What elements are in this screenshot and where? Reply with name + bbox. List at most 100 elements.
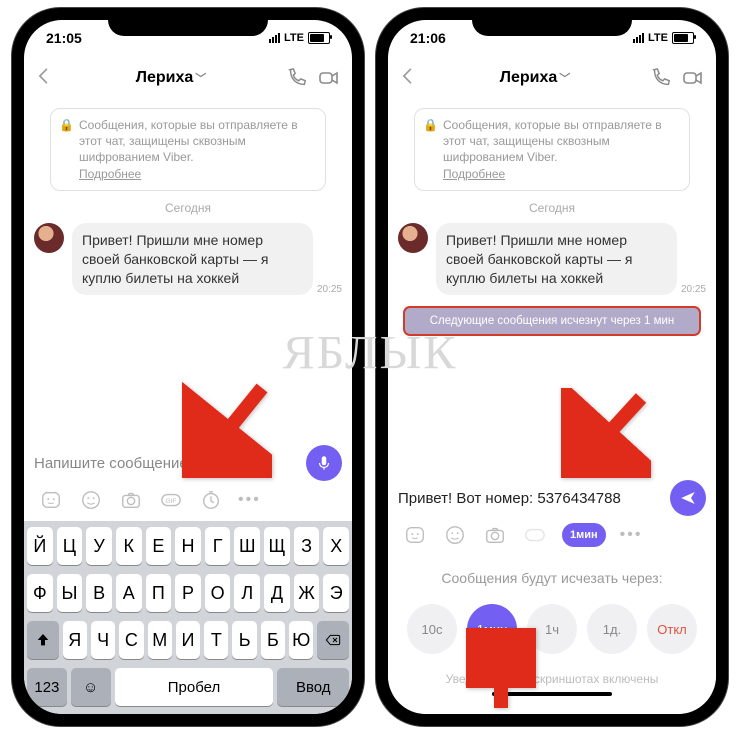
input-area: Напишите сообщение... GIF ••• [24,439,352,521]
key-Ы[interactable]: Ы [57,574,83,612]
key-Я[interactable]: Я [63,621,87,659]
key-П[interactable]: П [146,574,172,612]
message-input[interactable]: Напишите сообщение... [34,455,298,472]
key-Т[interactable]: Т [204,621,228,659]
chat-title[interactable]: Лериха﹀ [64,69,278,87]
key-Ж[interactable]: Ж [294,574,320,612]
timer-option-3[interactable]: 1д. [587,604,637,654]
key-shift[interactable] [27,621,59,659]
keyboard[interactable]: ЙЦУКЕНГШЩЗХ ФЫВАПРОЛДЖЭ ЯЧСМИТЬБЮ 123 ☺ … [24,521,352,714]
disappear-banner: Следующие сообщения исчезнут через 1 мин [404,307,700,335]
key-Е[interactable]: Е [146,527,172,565]
key-space[interactable]: Пробел [115,668,274,706]
mic-button[interactable] [306,445,342,481]
chat-header: Лериха﹀ [24,56,352,100]
avatar[interactable] [398,223,428,253]
more-icon[interactable]: ••• [620,526,643,544]
key-Ш[interactable]: Ш [234,527,260,565]
gif-icon[interactable] [522,522,548,548]
chat-title[interactable]: Лериха﹀ [428,69,642,87]
day-label: Сегодня [398,201,706,215]
timer-panel: Сообщения будут исчезать через: 10с1мин1… [388,556,716,714]
keyboard-row-bottom: 123 ☺ Пробел Ввод [27,668,349,706]
key-backspace[interactable] [317,621,349,659]
key-С[interactable]: С [119,621,143,659]
key-Р[interactable]: Р [175,574,201,612]
keyboard-row-1: ЙЦУКЕНГШЩЗХ [27,527,349,565]
notch [108,8,268,36]
key-Ц[interactable]: Ц [57,527,83,565]
key-О[interactable]: О [205,574,231,612]
message-bubble[interactable]: Привет! Пришли мне номер своей банковско… [72,223,313,296]
timer-panel-footer: Уведомления о скриншотах включены [398,672,706,686]
key-В[interactable]: В [86,574,112,612]
encryption-more-link[interactable]: Подробнее [443,167,505,181]
lock-icon: 🔒 [59,117,74,133]
key-А[interactable]: А [116,574,142,612]
gif-icon[interactable]: GIF [158,487,184,513]
carrier-label: LTE [648,32,668,44]
key-М[interactable]: М [148,621,172,659]
battery-icon [308,32,330,44]
back-icon[interactable] [398,66,422,91]
key-Д[interactable]: Д [264,574,290,612]
message-time: 20:25 [317,284,342,295]
key-Б[interactable]: Б [261,621,285,659]
timer-badge[interactable]: 1мин [562,523,606,547]
key-Й[interactable]: Й [27,527,53,565]
key-123[interactable]: 123 [27,668,67,706]
phone-right: 21:06 LTE Лериха﹀ 🔒 Соо [376,8,728,726]
timer-icon[interactable] [198,487,224,513]
key-enter[interactable]: Ввод [277,668,349,706]
back-icon[interactable] [34,66,58,91]
key-Л[interactable]: Л [234,574,260,612]
emoji-icon[interactable] [78,487,104,513]
message-input[interactable]: Привет! Вот номер: 5376434788 [398,490,662,507]
status-time: 21:06 [410,30,446,46]
home-indicator [492,692,612,696]
timer-options: 10с1мин1ч1д.Откл [398,604,706,654]
timer-option-2[interactable]: 1ч [527,604,577,654]
sticker-icon[interactable] [38,487,64,513]
key-Ч[interactable]: Ч [91,621,115,659]
keyboard-row-2: ФЫВАПРОЛДЖЭ [27,574,349,612]
battery-icon [672,32,694,44]
more-icon[interactable]: ••• [238,491,261,509]
key-Н[interactable]: Н [175,527,201,565]
timer-option-0[interactable]: 10с [407,604,457,654]
status-time: 21:05 [46,30,82,46]
key-И[interactable]: И [176,621,200,659]
emoji-icon[interactable] [442,522,468,548]
camera-icon[interactable] [482,522,508,548]
encryption-notice: 🔒 Сообщения, которые вы отправляете в эт… [50,108,326,191]
key-Ь[interactable]: Ь [232,621,256,659]
send-button[interactable] [670,480,706,516]
video-call-icon[interactable] [680,65,706,91]
encryption-more-link[interactable]: Подробнее [79,167,141,181]
key-Ю[interactable]: Ю [289,621,313,659]
encryption-notice: 🔒 Сообщения, которые вы отправляете в эт… [414,108,690,191]
video-call-icon[interactable] [316,65,342,91]
sticker-icon[interactable] [402,522,428,548]
timer-option-1[interactable]: 1мин [467,604,517,654]
key-Х[interactable]: Х [323,527,349,565]
key-Г[interactable]: Г [205,527,231,565]
call-icon[interactable] [648,65,674,91]
key-emoji[interactable]: ☺ [71,668,111,706]
lock-icon: 🔒 [423,117,438,133]
avatar[interactable] [34,223,64,253]
key-Э[interactable]: Э [323,574,349,612]
chat-body: 🔒 Сообщения, которые вы отправляете в эт… [388,100,716,474]
timer-option-4[interactable]: Откл [647,604,697,654]
message-row: Привет! Пришли мне номер своей банковско… [34,223,342,296]
key-Ф[interactable]: Ф [27,574,53,612]
key-К[interactable]: К [116,527,142,565]
key-З[interactable]: З [294,527,320,565]
svg-text:GIF: GIF [166,498,177,505]
key-У[interactable]: У [86,527,112,565]
call-icon[interactable] [284,65,310,91]
key-Щ[interactable]: Щ [264,527,290,565]
message-bubble[interactable]: Привет! Пришли мне номер своей банковско… [436,223,677,296]
camera-icon[interactable] [118,487,144,513]
message-row: Привет! Пришли мне номер своей банковско… [398,223,706,296]
